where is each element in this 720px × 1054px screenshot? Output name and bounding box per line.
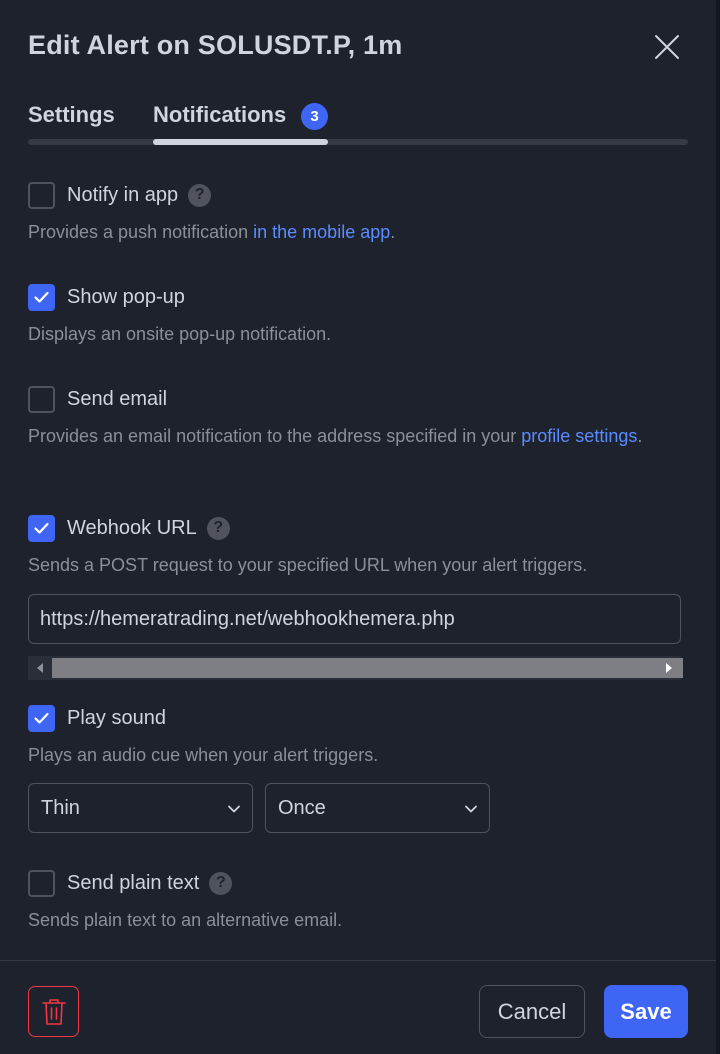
scroll-right-arrow[interactable] <box>657 656 681 680</box>
webhook-url-checkbox[interactable] <box>28 514 55 542</box>
caret-left-icon <box>37 663 43 673</box>
edit-alert-dialog: Edit Alert on SOLUSDT.P, 1m Settings Not… <box>0 0 720 1054</box>
option-play-sound: Play sound Plays an audio cue when your … <box>28 704 688 769</box>
notify-in-app-description: Provides a push notification in the mobi… <box>28 219 688 246</box>
horizontal-scrollbar[interactable] <box>28 656 683 680</box>
tab-bar: Settings Notifications 3 <box>28 100 688 146</box>
footer-divider <box>0 960 716 961</box>
notify-in-app-checkbox[interactable] <box>28 181 55 209</box>
delete-alert-button[interactable] <box>28 986 79 1037</box>
help-icon[interactable]: ? <box>209 871 233 895</box>
notify-in-app-label[interactable]: Notify in app <box>67 184 178 207</box>
active-tab-indicator <box>153 139 328 145</box>
close-icon <box>655 35 679 59</box>
chevron-down-icon <box>228 805 240 813</box>
checkmark-icon <box>34 291 49 303</box>
option-notify-in-app: Notify in app ? Provides a push notifica… <box>28 181 688 246</box>
desc-text: Provides an email notification to the ad… <box>28 426 522 446</box>
profile-settings-link[interactable]: profile settings <box>521 426 637 446</box>
desc-text: . <box>637 426 643 446</box>
save-button[interactable]: Save <box>604 985 688 1038</box>
chevron-down-icon <box>465 805 477 813</box>
checkmark-icon <box>34 522 49 534</box>
sound-select-value: Thin <box>41 796 80 819</box>
checkmark-icon <box>34 712 49 724</box>
close-button[interactable] <box>652 32 682 62</box>
send-email-description: Provides an email notification to the ad… <box>28 423 688 450</box>
play-sound-description: Plays an audio cue when your alert trigg… <box>28 745 379 765</box>
option-webhook-url: Webhook URL ? Sends a POST request to yo… <box>28 514 688 579</box>
notifications-count-badge: 3 <box>301 103 328 130</box>
desc-text: Provides a push notification <box>28 222 254 242</box>
cancel-button[interactable]: Cancel <box>479 985 585 1038</box>
desc-text: . <box>390 222 396 242</box>
repeat-select-value: Once <box>278 796 326 819</box>
send-plain-text-checkbox[interactable] <box>28 869 55 897</box>
webhook-url-input[interactable] <box>28 594 681 644</box>
repeat-select[interactable]: Once <box>265 783 490 833</box>
sound-select[interactable]: Thin <box>28 783 253 833</box>
scroll-left-arrow[interactable] <box>28 656 52 680</box>
scrollbar-thumb[interactable] <box>52 658 683 678</box>
dialog-title: Edit Alert on SOLUSDT.P, 1m <box>28 30 403 60</box>
mobile-app-link[interactable]: in the mobile app <box>253 222 390 242</box>
show-popup-checkbox[interactable] <box>28 283 55 311</box>
trash-icon <box>41 998 66 1025</box>
webhook-url-description: Sends a POST request to your specified U… <box>28 555 588 575</box>
play-sound-checkbox[interactable] <box>28 704 55 732</box>
option-send-plain-text: Send plain text ? Sends plain text to an… <box>28 869 688 934</box>
option-show-popup: Show pop-up Displays an onsite pop-up no… <box>28 283 688 348</box>
option-send-email: Send email Provides an email notificatio… <box>28 385 688 450</box>
show-popup-label[interactable]: Show pop-up <box>67 286 185 309</box>
webhook-url-label[interactable]: Webhook URL <box>67 517 197 540</box>
caret-right-icon <box>666 663 672 673</box>
help-icon[interactable]: ? <box>188 183 212 207</box>
tab-settings[interactable]: Settings <box>28 102 115 128</box>
help-icon[interactable]: ? <box>206 516 230 540</box>
dialog-edge <box>716 0 720 1054</box>
play-sound-label[interactable]: Play sound <box>67 707 166 730</box>
show-popup-description: Displays an onsite pop-up notification. <box>28 324 332 344</box>
tab-track <box>28 139 688 145</box>
send-email-label[interactable]: Send email <box>67 388 167 411</box>
send-plain-text-description: Sends plain text to an alternative email… <box>28 910 343 930</box>
send-plain-text-label[interactable]: Send plain text <box>67 872 199 895</box>
send-email-checkbox[interactable] <box>28 385 55 413</box>
tab-notifications[interactable]: Notifications <box>153 102 286 128</box>
